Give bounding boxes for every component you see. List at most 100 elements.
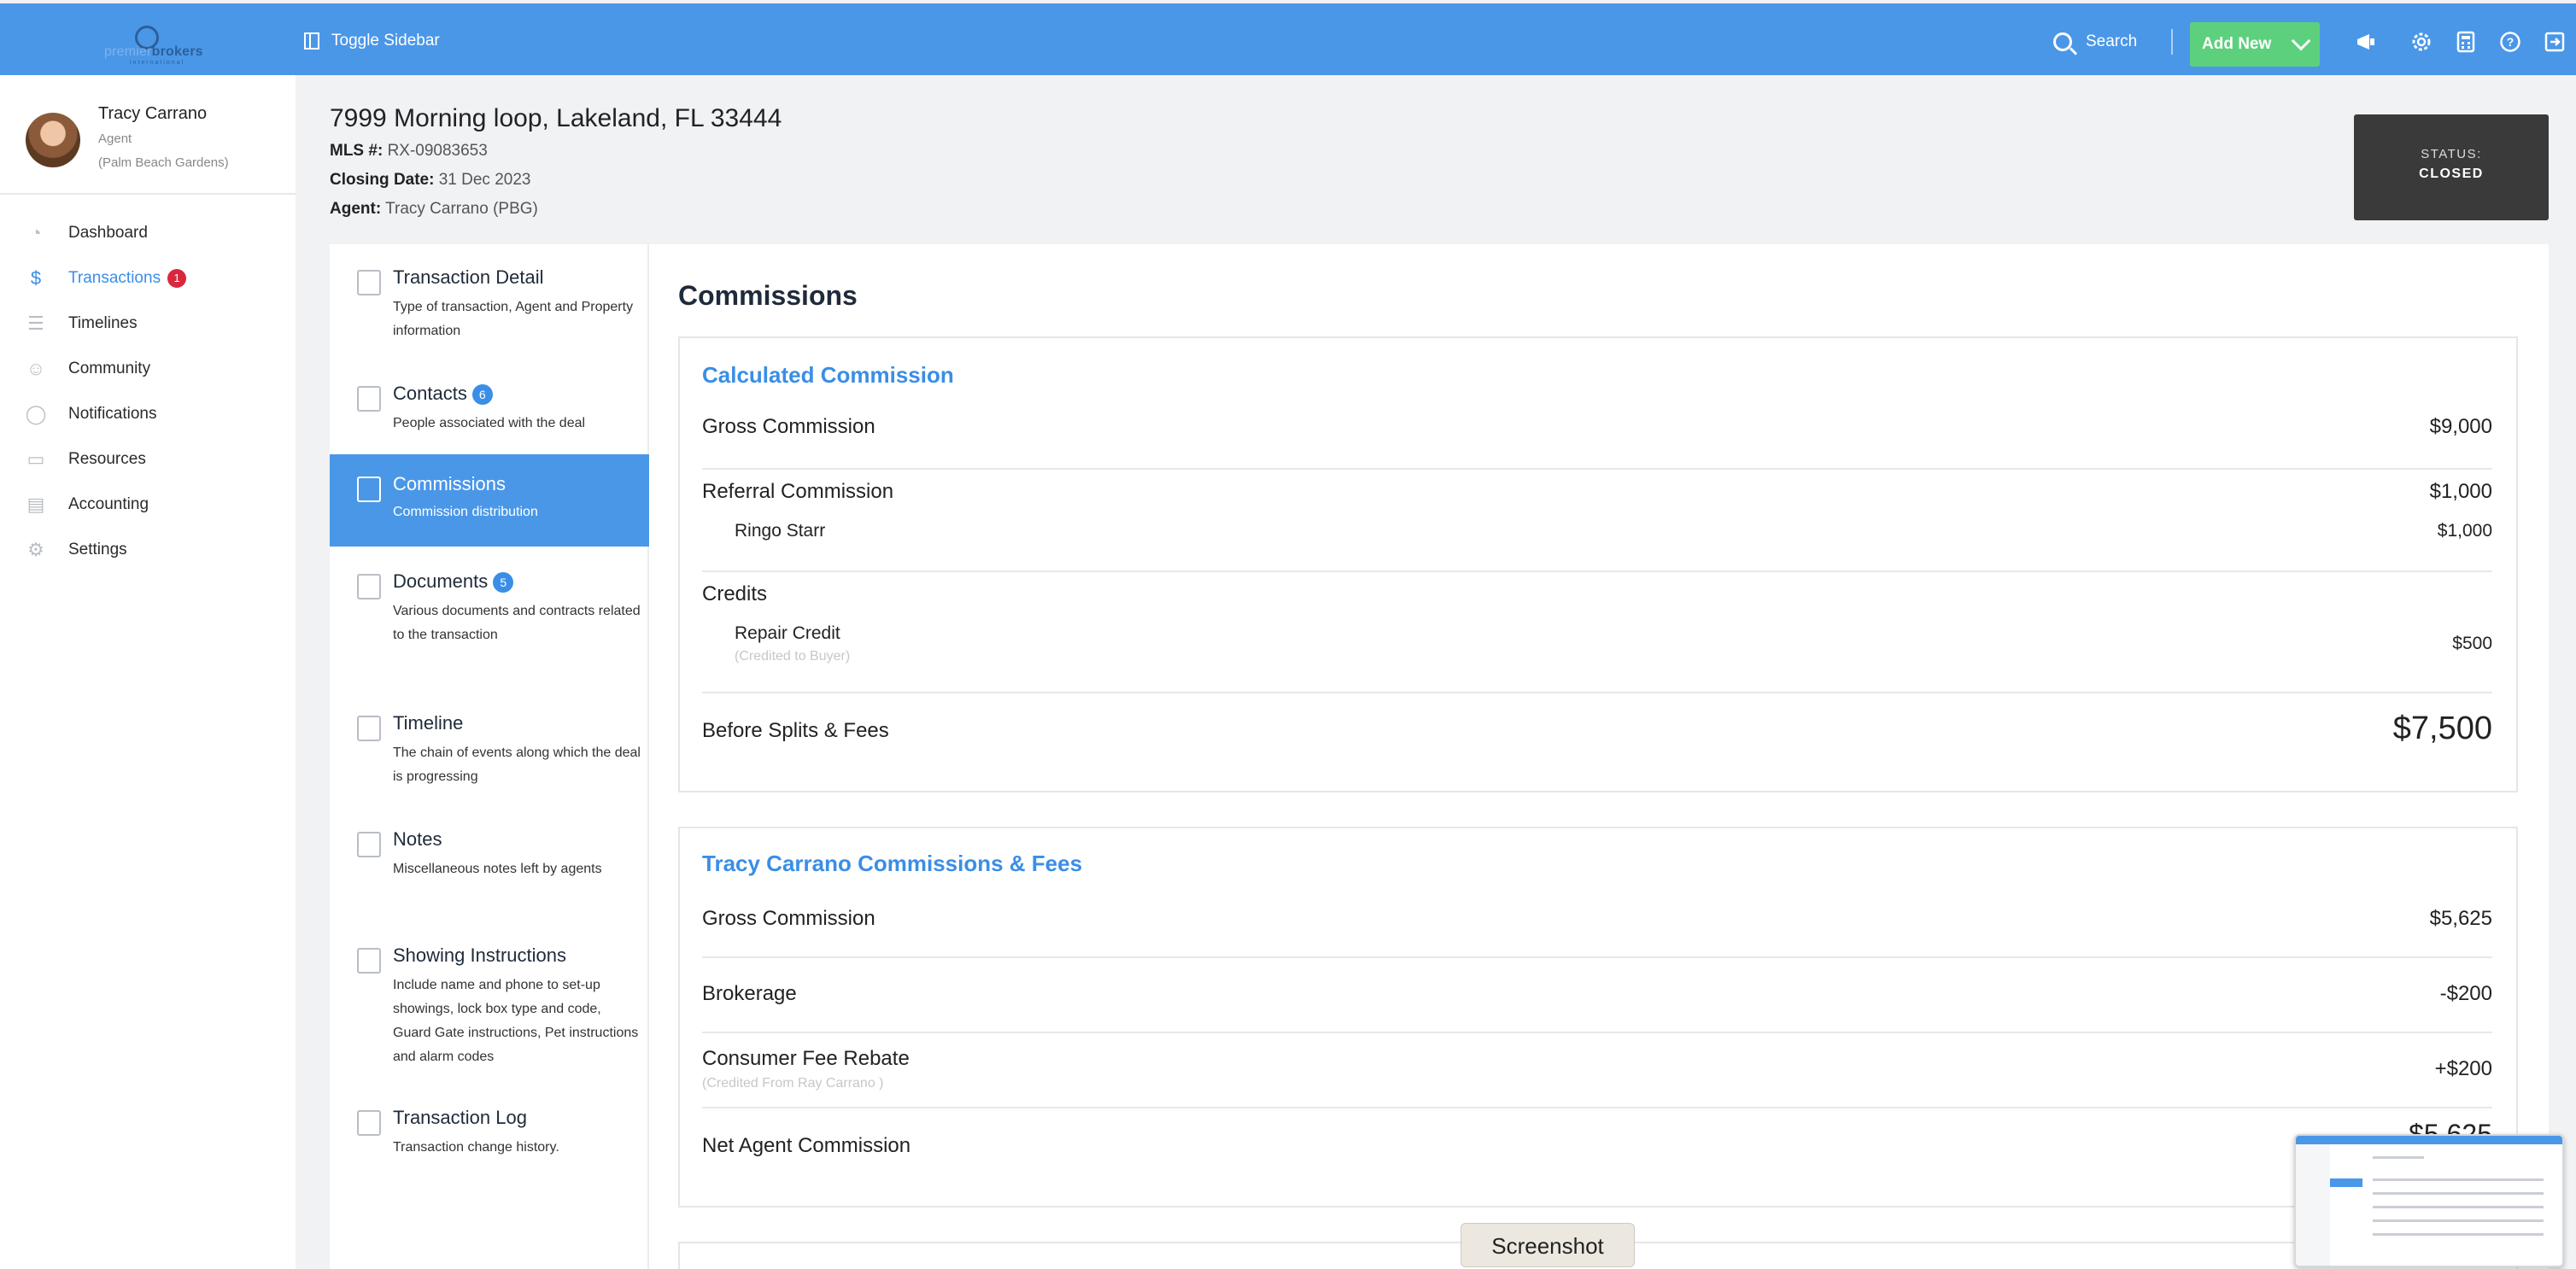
tab-notes[interactable]: Notes Miscellaneous notes left by agents: [330, 825, 649, 910]
tab-commissions[interactable]: Commissions Commission distribution: [330, 454, 649, 547]
repair-credit-note: (Credited to Buyer): [735, 649, 851, 664]
sidebar-item-label: Resources: [68, 449, 146, 468]
search-button[interactable]: Search: [2053, 29, 2137, 55]
agent-commission-card: Tracy Carrano Commissions & Fees Gross C…: [678, 827, 2518, 1208]
chat-bubble-icon: ◯: [25, 402, 47, 424]
log-icon: [357, 1110, 381, 1136]
tab-title: Notes: [393, 828, 442, 850]
tab-showing-instructions[interactable]: Showing Instructions Include name and ph…: [330, 941, 649, 1078]
divider: [702, 956, 2492, 958]
closing-label: Closing Date:: [330, 171, 435, 189]
top-bar: premierbrokers international Toggle Side…: [0, 3, 2576, 75]
credits-label: Credits: [702, 582, 768, 605]
status-badge: STATUS: CLOSED: [2354, 114, 2549, 220]
sidebar-item-accounting[interactable]: ▤ Accounting: [24, 482, 186, 527]
gross-commission-label: Gross Commission: [702, 415, 875, 438]
tab-timeline[interactable]: Timeline The chain of events along which…: [330, 709, 649, 794]
gear-icon[interactable]: [2409, 29, 2434, 55]
timeline-icon: [357, 716, 381, 741]
company-logo[interactable]: premierbrokers international: [96, 24, 203, 67]
sidebar-item-dashboard[interactable]: ◔ Dashboard: [24, 210, 186, 255]
avatar[interactable]: [26, 113, 80, 167]
folder-icon: ▭: [26, 447, 45, 470]
status-value: CLOSED: [2419, 167, 2484, 181]
sidebar-item-label: Accounting: [68, 494, 149, 513]
tab-title: Documents: [393, 570, 489, 592]
sidebar-item-label: Transactions: [68, 268, 161, 287]
repair-credit-label: Repair Credit: [735, 623, 840, 643]
profile-name: Tracy Carrano: [98, 104, 208, 123]
topbar-divider: [2171, 29, 2173, 55]
community-icon: ☺: [26, 357, 46, 379]
referral-commission-value: $1,000: [2429, 480, 2492, 503]
sidebar-item-settings[interactable]: ⚙ Settings: [24, 527, 186, 572]
status-label: STATUS:: [2421, 147, 2482, 161]
tab-description: The chain of events along which the deal…: [393, 746, 641, 784]
agent-label: Agent:: [330, 200, 382, 218]
agent-commission-heading: Tracy Carrano Commissions & Fees: [702, 851, 1083, 876]
closing-date-line: Closing Date: 31 Dec 2023: [330, 171, 530, 190]
logo-prefix: premier: [104, 44, 152, 59]
calculator-icon[interactable]: [2453, 29, 2479, 55]
calculated-commission-heading: Calculated Commission: [702, 362, 954, 388]
consumer-fee-rebate-note: (Credited From Ray Carrano ): [702, 1076, 884, 1091]
screenshot-thumbnail-preview[interactable]: [2294, 1134, 2564, 1267]
tab-description: People associated with the deal: [393, 416, 586, 430]
tab-title: Transaction Detail: [393, 266, 544, 288]
profile-role: Agent: [98, 132, 132, 146]
sidebar-item-timelines[interactable]: ☰ Timelines: [24, 301, 186, 346]
referral-commission-label: Referral Commission: [702, 480, 894, 503]
phone-icon: [357, 386, 381, 412]
contacts-count-badge: 6: [471, 384, 493, 406]
sidebar-item-transactions[interactable]: $ Transactions 1: [24, 255, 187, 301]
before-splits-value: $7,500: [2392, 711, 2492, 746]
sidebar-item-community[interactable]: ☺ Community: [24, 346, 186, 391]
sidebar-nav: ◔ Dashboard $ Transactions 1 ☰ Timelines…: [24, 210, 187, 572]
brokerage-value: -$200: [2439, 982, 2492, 1005]
mls-line: MLS #: RX-09083653: [330, 142, 488, 161]
tab-documents[interactable]: Documents 5 Various documents and contrac…: [330, 567, 649, 678]
tab-title: Transaction Log: [393, 1107, 527, 1128]
calculated-commission-card: Calculated Commission Gross Commission $…: [678, 336, 2518, 792]
agent-gross-commission-label: Gross Commission: [702, 907, 875, 930]
closing-value: 31 Dec 2023: [438, 171, 531, 189]
property-address: 7999 Morning loop, Lakeland, FL 33444: [330, 104, 782, 132]
tab-transaction-log[interactable]: Transaction Log Transaction change histo…: [330, 1103, 649, 1168]
tab-title: Timeline: [393, 712, 464, 734]
logout-icon[interactable]: [2542, 29, 2567, 55]
divider: [702, 570, 2492, 572]
consumer-fee-rebate-value: +$200: [2434, 1057, 2492, 1080]
dashboard-icon: ◔: [30, 221, 42, 243]
help-icon[interactable]: ?: [2497, 29, 2523, 55]
agent-gross-commission-value: $5,625: [2429, 907, 2492, 930]
screenshot-label[interactable]: Screenshot: [1461, 1223, 1635, 1267]
sidebar-item-label: Community: [68, 359, 151, 377]
house-icon: [357, 948, 381, 974]
document-icon: [357, 574, 381, 599]
net-agent-commission-label: Net Agent Commission: [702, 1134, 911, 1157]
toggle-sidebar-label: Toggle Sidebar: [331, 32, 440, 50]
sidebar-item-notifications[interactable]: ◯ Notifications: [24, 391, 186, 436]
consumer-fee-rebate-label: Consumer Fee Rebate: [702, 1047, 910, 1070]
gear-icon: ⚙: [27, 538, 44, 560]
add-new-button[interactable]: Add New: [2190, 22, 2320, 67]
sidebar-divider: [0, 193, 296, 195]
agent-value: Tracy Carrano (PBG): [385, 200, 538, 218]
sidebar-item-label: Timelines: [68, 313, 138, 332]
divider: [702, 692, 2492, 693]
tab-description: Type of transaction, Agent and Property …: [393, 300, 634, 338]
megaphone-icon[interactable]: [2354, 29, 2380, 55]
tab-contacts[interactable]: Contacts 6 People associated with the dea…: [330, 379, 649, 451]
sidebar-item-label: Dashboard: [68, 223, 148, 242]
hand-money-icon: [357, 477, 381, 502]
accounting-icon: ▤: [26, 493, 45, 515]
toggle-sidebar-button[interactable]: Toggle Sidebar: [304, 29, 440, 53]
before-splits-label: Before Splits & Fees: [702, 719, 889, 742]
notes-icon: [357, 832, 381, 857]
referral-person-name: Ringo Starr: [735, 521, 826, 541]
tab-transaction-detail[interactable]: Transaction Detail Type of transaction, …: [330, 263, 649, 357]
tab-title: Showing Instructions: [393, 944, 566, 966]
timeline-icon: ☰: [27, 312, 44, 334]
tab-description: Miscellaneous notes left by agents: [393, 862, 602, 876]
sidebar-item-resources[interactable]: ▭ Resources: [24, 436, 186, 482]
